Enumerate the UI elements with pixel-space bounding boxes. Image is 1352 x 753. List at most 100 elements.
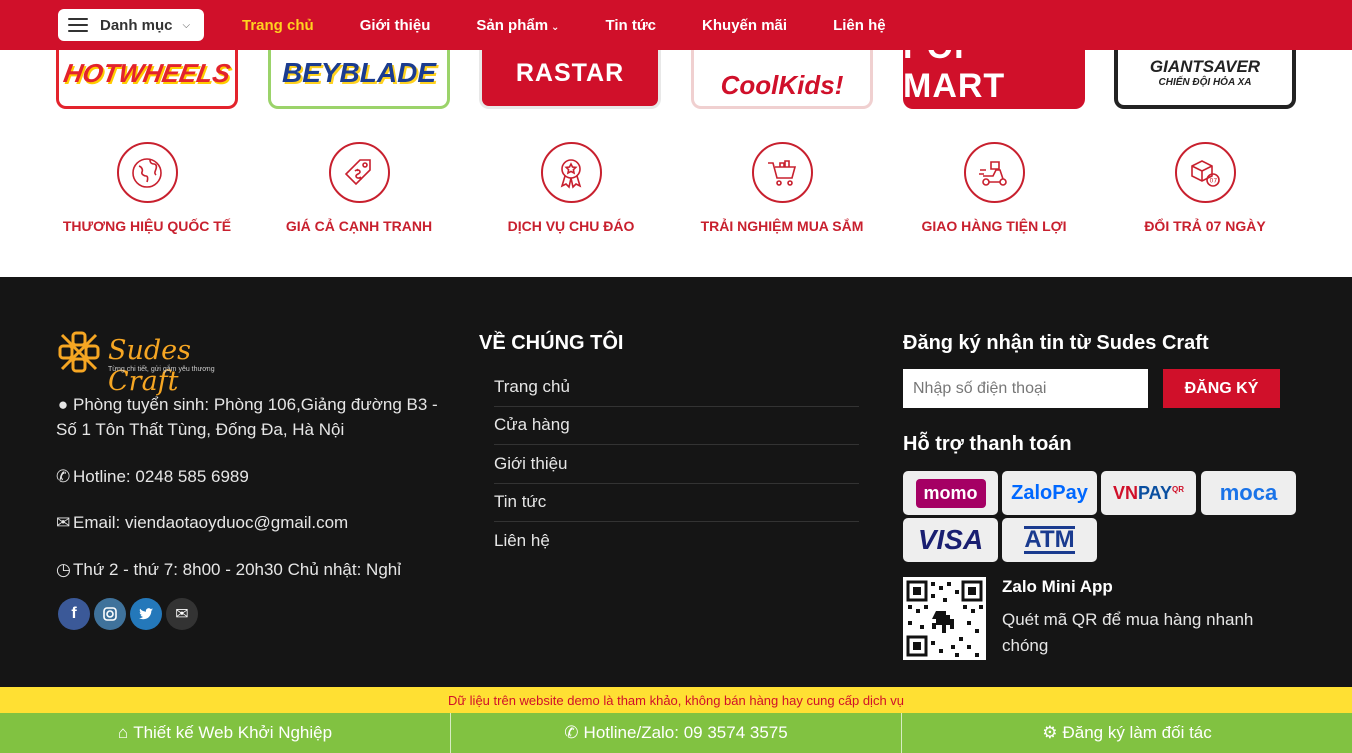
startup-web-design-label: Thiết kế Web Khởi Nghiệp	[133, 723, 333, 742]
envelope-icon: ✉	[56, 513, 71, 532]
zalo-mini-app-description: Quét mã QR để mua hàng nhanh chóng	[1002, 610, 1254, 655]
category-menu-label: Danh mục	[100, 16, 173, 34]
hotline-text: Hotline: 0248 585 6989	[73, 467, 249, 486]
feature-item: TRẢI NGHIỆM MUA SẮM	[676, 142, 888, 234]
knot-logo-icon	[58, 331, 100, 373]
gear-icon: ⚙	[1042, 723, 1058, 742]
svg-text:07: 07	[1210, 177, 1218, 184]
atm-logo: ATM	[1024, 526, 1075, 554]
main-nav: Trang chủ Giới thiệu Sản phẩm ⌄ Tin tức K…	[242, 0, 932, 50]
brand-rastar-text: RASTAR	[515, 58, 625, 87]
brand-coolkids-text: CoolKids!	[720, 69, 844, 100]
category-menu-button[interactable]: Danh mục ⌵	[58, 9, 204, 41]
price-tag-icon	[328, 142, 390, 203]
hamburger-icon	[68, 18, 88, 32]
payment-vnpay: VNPAYQR	[1101, 471, 1196, 515]
vnpay-logo: VNPAYQR	[1112, 482, 1185, 503]
brand-coolkids-logo[interactable]: CoolKids!	[691, 40, 873, 109]
zalo-qr-code	[903, 577, 986, 660]
hotline-zalo-label: Hotline/Zalo: 09 3574 3575	[583, 723, 788, 742]
brand-beyblade-logo[interactable]: BEYBLADE	[268, 40, 450, 109]
twitter-icon[interactable]	[130, 598, 162, 630]
footer-address: ● Phòng tuyển sinh: Phòng 106,Giảng đường…	[56, 392, 456, 442]
phone-number-input[interactable]	[903, 369, 1148, 408]
partner-signup-label: Đăng ký làm đối tác	[1062, 723, 1212, 742]
map-marker-icon: ●	[57, 395, 69, 414]
moca-logo: moca	[1219, 480, 1278, 505]
feature-label: TRẢI NGHIỆM MUA SẮM	[700, 218, 864, 234]
clock-icon: ◷	[56, 560, 71, 579]
brand-giantsaver-logo[interactable]: GIANTSAVER CHIẾN ĐỘI HỎA XA	[1114, 40, 1296, 109]
zalo-mini-app-title: Zalo Mini App	[1002, 577, 1113, 596]
subscribe-button[interactable]: ĐĂNG KÝ	[1163, 369, 1280, 408]
top-navigation-bar: Danh mục ⌵ Trang chủ Giới thiệu Sản phẩm…	[0, 0, 1352, 50]
footer-link-contact[interactable]: Liên hệ	[494, 522, 859, 561]
about-us-links: Trang chủ Cửa hàng Giới thiệu Tin tức Li…	[494, 368, 859, 561]
phone-icon: ✆	[564, 723, 579, 742]
brand-giantsaver-subtext: CHIẾN ĐỘI HỎA XA	[1158, 77, 1252, 88]
feature-item: GIÁ CẢ CẠNH TRANH	[253, 142, 465, 234]
shopping-cart-icon	[751, 142, 813, 203]
payment-moca: moca	[1201, 471, 1296, 515]
bottom-cta-bar: ⌂ Thiết kế Web Khởi Nghiệp ✆ Hotline/Zalo:…	[0, 713, 1352, 753]
about-us-heading: VỀ CHÚNG TÔI	[479, 332, 624, 354]
visa-logo: VISA	[917, 524, 984, 555]
brand-beyblade-text: BEYBLADE	[281, 57, 436, 88]
brand-hotwheels-text: HOTWHEELS	[61, 57, 233, 88]
logo-tagline: Từng chi tiết, gửi gắm yêu thương	[108, 366, 215, 373]
brand-giantsaver-text: GIANTSAVER	[1149, 57, 1261, 76]
brand-rastar-logo[interactable]: RASTAR	[479, 40, 661, 109]
footer: Sudes Craft Từng chi tiết, gửi gắm yêu t…	[0, 277, 1352, 687]
nav-link-promotions[interactable]: Khuyến mãi	[702, 17, 787, 34]
feature-label: GIÁ CẢ CẠNH TRANH	[285, 218, 433, 234]
feature-label: DỊCH VỤ CHU ĐÁO	[507, 218, 635, 234]
nav-link-about[interactable]: Giới thiệu	[360, 17, 431, 34]
footer-email[interactable]: ✉ Email: viendaotaoyduoc@gmail.com	[56, 510, 348, 535]
nav-link-products[interactable]: Sản phẩm ⌄	[476, 17, 559, 34]
home-icon: ⌂	[117, 723, 129, 742]
feature-item: DỊCH VỤ CHU ĐÁO	[465, 142, 677, 234]
delivery-icon	[963, 142, 1025, 203]
chevron-down-icon: ⌵	[182, 19, 191, 31]
facebook-icon[interactable]: f	[58, 598, 90, 630]
hours-text: Thứ 2 - thứ 7: 8h00 - 20h30 Chủ nhật: Ng…	[73, 560, 402, 579]
footer-link-about[interactable]: Giới thiệu	[494, 445, 859, 484]
return-box-icon: 07	[1174, 142, 1236, 203]
brand-hotwheels-logo[interactable]: HOTWHEELS	[56, 40, 238, 109]
footer-logo[interactable]: Sudes Craft Từng chi tiết, gửi gắm yêu t…	[56, 329, 256, 397]
feature-item: 07 ĐỔI TRẢ 07 NGÀY	[1099, 142, 1311, 234]
brand-logos: HOTWHEELS BEYBLADE RASTAR CoolKids! POP …	[56, 40, 1296, 109]
nav-link-contact[interactable]: Liên hệ	[833, 17, 886, 34]
email-text: Email: viendaotaoyduoc@gmail.com	[73, 513, 349, 532]
email-icon[interactable]: ✉	[166, 598, 198, 630]
instagram-icon[interactable]	[94, 598, 126, 630]
phone-icon: ✆	[56, 467, 71, 486]
footer-link-news[interactable]: Tin tức	[494, 484, 859, 522]
feature-item: THƯƠNG HIỆU QUỐC TẾ	[41, 142, 253, 234]
nav-link-news[interactable]: Tin tức	[605, 17, 656, 34]
footer-link-store[interactable]: Cửa hàng	[494, 407, 859, 445]
footer-hotline[interactable]: ✆ Hotline: 0248 585 6989	[56, 464, 249, 489]
feature-label: THƯƠNG HIỆU QUỐC TẾ	[62, 218, 232, 234]
address-text: Phòng tuyển sinh: Phòng 106,Giảng đường …	[56, 395, 438, 439]
hotline-zalo-link[interactable]: ✆ Hotline/Zalo: 09 3574 3575	[451, 713, 902, 753]
nav-link-home[interactable]: Trang chủ	[242, 17, 314, 34]
chevron-down-icon: ⌄	[551, 21, 560, 33]
footer-link-home[interactable]: Trang chủ	[494, 368, 859, 407]
startup-web-design-link[interactable]: ⌂ Thiết kế Web Khởi Nghiệp	[0, 713, 451, 753]
demo-notice-bar: Dữ liệu trên website demo là tham khảo, …	[0, 687, 1352, 713]
feature-item: GIAO HÀNG TIỆN LỢI	[888, 142, 1100, 234]
payment-visa: VISA	[903, 518, 998, 562]
badge-icon	[540, 142, 602, 203]
newsletter-heading: Đăng ký nhận tin từ Sudes Craft	[903, 332, 1209, 354]
partner-signup-link[interactable]: ⚙ Đăng ký làm đối tác	[902, 713, 1352, 753]
feature-label: GIAO HÀNG TIỆN LỢI	[921, 218, 1067, 234]
brand-popmart-logo[interactable]: POP MART	[903, 40, 1085, 109]
zalopay-logo: ZaloPay	[1011, 481, 1088, 504]
payment-momo: momo	[903, 471, 998, 515]
footer-hours: ◷ Thứ 2 - thứ 7: 8h00 - 20h30 Chủ nhật: N…	[56, 557, 401, 582]
social-links: f ✉	[58, 598, 198, 630]
payment-atm: ATM	[1002, 518, 1097, 562]
nav-link-products-label: Sản phẩm	[476, 16, 549, 34]
payment-heading: Hỗ trợ thanh toán	[903, 433, 1072, 455]
